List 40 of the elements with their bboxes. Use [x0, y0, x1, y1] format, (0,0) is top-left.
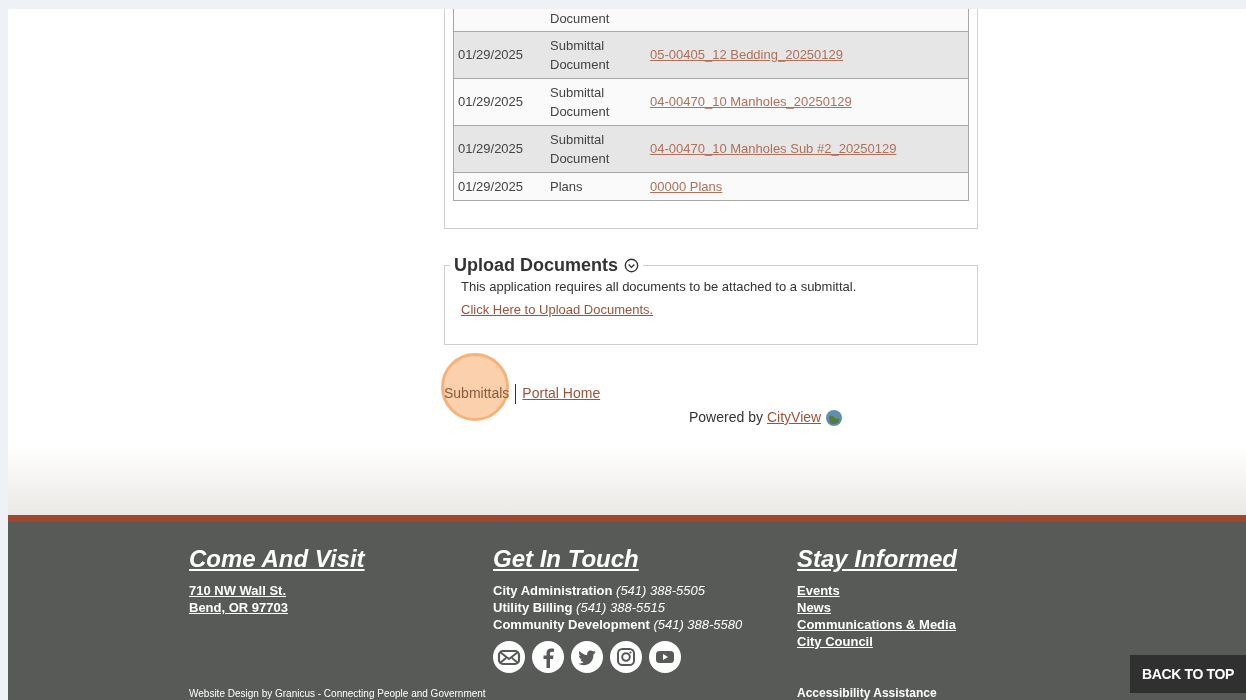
section-title: Upload Documents [454, 254, 618, 276]
footer-link[interactable]: News [797, 599, 831, 616]
document-link[interactable]: 04-00470_10 Manholes_20250129 [650, 92, 852, 112]
footer-heading[interactable]: Come And Visit [189, 544, 479, 574]
type-cell-text: Document [550, 10, 611, 28]
footer-link[interactable]: Communications & Media [797, 616, 956, 633]
cityview-link[interactable]: CityView [766, 407, 822, 428]
date-cell-text: 01/29/2025 [458, 177, 524, 196]
date-cell-text: 01/29/2025 [458, 140, 524, 159]
address-link[interactable]: Bend, OR 97703 [189, 599, 288, 616]
nav-link[interactable]: Submittals [444, 383, 510, 404]
accessibility-link[interactable]: Accessibility Assistance [797, 687, 937, 700]
footer-link[interactable]: Events [797, 582, 840, 599]
twitter-icon[interactable] [571, 641, 603, 673]
info-text: This application requires all documents to be attached to a submittal. [461, 278, 858, 296]
youtube-icon[interactable] [649, 641, 681, 673]
address-link[interactable]: 710 NW Wall St. [189, 582, 287, 599]
type-cell-text: Submittal Document [550, 131, 611, 168]
instagram-icon[interactable] [610, 641, 642, 673]
contact-line: City Administration (541) 388-5505 [493, 582, 706, 599]
type-cell-text: Plans [550, 178, 584, 196]
footer-heading[interactable]: Get In Touch [493, 544, 793, 574]
email-icon[interactable] [493, 641, 525, 673]
powered-by-text: Powered by [689, 408, 763, 427]
date-cell-text: 01/29/2025 [458, 93, 524, 112]
upload-link[interactable]: Click Here to Upload Documents. [461, 302, 654, 317]
facebook-icon[interactable] [532, 641, 564, 673]
contact-line: Community Development (541) 388-5580 [493, 616, 744, 633]
type-cell-text: Submittal Document [550, 84, 611, 121]
document-link[interactable]: 00000 Plans [650, 176, 723, 197]
contact-line: Utility Billing (541) 388-5515 [493, 599, 666, 616]
footer-heading[interactable]: Stay Informed [797, 544, 1097, 574]
nav-link[interactable]: Portal Home [522, 383, 601, 404]
footer-link[interactable]: City Council [797, 633, 873, 650]
globe-icon [825, 408, 844, 427]
type-cell-text: Submittal Document [550, 37, 611, 74]
date-cell-text: 01/29/2025 [458, 46, 524, 65]
back-to-top-button[interactable]: BACK TO TOP [1130, 655, 1246, 693]
chevron-down-circle-icon[interactable] [624, 257, 639, 273]
credit-text: Website Design by Granicus - Connecting People and Government [189, 688, 486, 700]
